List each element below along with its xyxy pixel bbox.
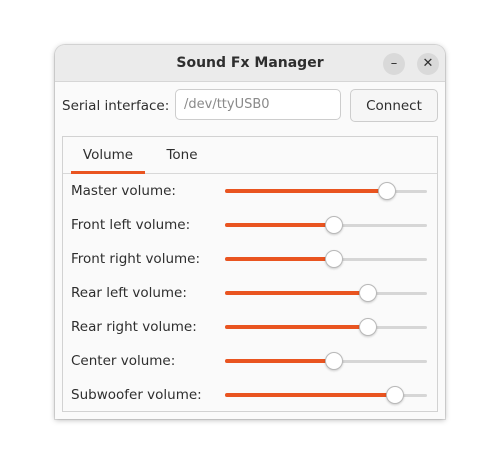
title-bar[interactable]: Sound Fx Manager – ✕ (55, 45, 445, 82)
tab-volume[interactable]: Volume (71, 137, 145, 174)
slider-fill (225, 257, 335, 261)
slider-handle[interactable] (325, 352, 344, 370)
front-left-volume-label: Front left volume: (71, 217, 191, 233)
slider-handle[interactable] (359, 284, 378, 302)
slider-fill (225, 189, 387, 193)
active-tab-indicator (71, 171, 145, 174)
slider-handle[interactable] (325, 250, 344, 268)
minimize-button[interactable]: – (383, 53, 405, 75)
slider-fill (225, 291, 369, 295)
tab-volume-label: Volume (82, 147, 134, 163)
slider-handle[interactable] (325, 216, 344, 234)
close-button[interactable]: ✕ (417, 53, 439, 75)
slider-fill (225, 325, 369, 329)
slider-fill (225, 359, 335, 363)
front-right-volume-label: Front right volume: (71, 251, 201, 267)
slider-handle[interactable] (359, 318, 378, 336)
serial-interface-label: Serial interface: (62, 98, 170, 114)
subwoofer-volume-slider[interactable] (225, 385, 427, 405)
serial-interface-input[interactable] (175, 89, 341, 120)
slider-handle[interactable] (377, 182, 396, 200)
tab-tone-label: Tone (166, 147, 198, 163)
tab-bar: Volume Tone (63, 137, 437, 174)
center-volume-label: Center volume: (71, 353, 176, 369)
slider-fill (225, 393, 395, 397)
connect-button[interactable]: Connect (350, 89, 438, 122)
rear-left-volume-slider[interactable] (225, 283, 427, 303)
rear-left-volume-label: Rear left volume: (71, 285, 187, 301)
master-volume-slider[interactable] (225, 181, 427, 201)
rear-right-volume-label: Rear right volume: (71, 319, 197, 335)
slider-handle[interactable] (385, 386, 404, 404)
rear-right-volume-slider[interactable] (225, 317, 427, 337)
master-volume-label: Master volume: (71, 183, 176, 199)
close-icon: ✕ (422, 56, 434, 71)
tab-panel: Volume Tone Master volume: Front left vo… (62, 136, 438, 412)
center-volume-slider[interactable] (225, 351, 427, 371)
front-left-volume-slider[interactable] (225, 215, 427, 235)
slider-fill (225, 223, 335, 227)
front-right-volume-slider[interactable] (225, 249, 427, 269)
minimize-icon: – (390, 56, 398, 71)
tab-tone[interactable]: Tone (151, 137, 213, 173)
subwoofer-volume-label: Subwoofer volume: (71, 387, 202, 403)
app-window: Sound Fx Manager – ✕ Serial interface: C… (55, 45, 445, 419)
